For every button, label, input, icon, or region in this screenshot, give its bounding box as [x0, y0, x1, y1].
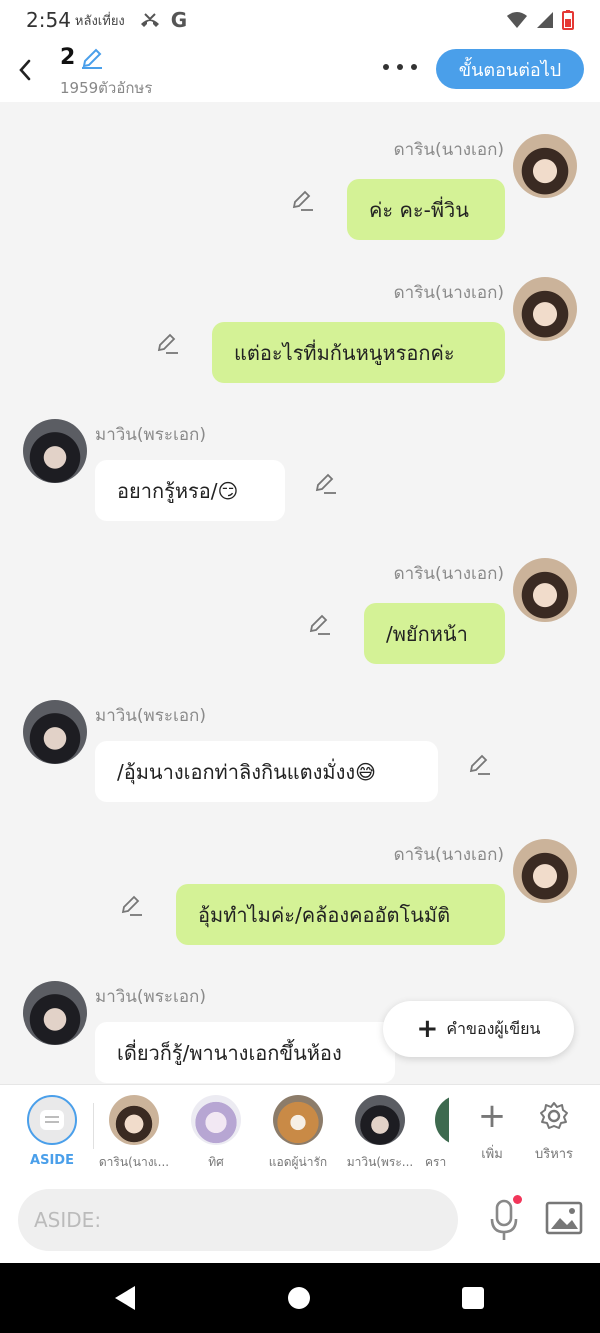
edit-title-icon[interactable] — [80, 46, 104, 70]
aside-chat-icon — [27, 1095, 77, 1145]
author-note-label: คำของผู้เขียน — [446, 1018, 541, 1038]
message-bubble[interactable]: /อุ้มนางเอกท่าลิงกินแตงมั่งง😅 — [95, 741, 438, 802]
character-label: ASIDE — [30, 1153, 74, 1168]
avatar — [191, 1095, 241, 1145]
signal-icon — [537, 12, 553, 28]
character-aside[interactable]: ASIDE — [11, 1095, 93, 1168]
plus-icon: + — [477, 1096, 507, 1136]
nav-recents-icon[interactable] — [462, 1287, 484, 1309]
avatar[interactable] — [23, 419, 87, 483]
character-tit[interactable]: ทิศ — [175, 1095, 257, 1172]
chat-area[interactable]: ดาริน(นางเอก) ค่ะ คะ-พี่วิน ดาริน(นางเอก… — [0, 102, 600, 1084]
character-darin[interactable]: ดาริน(นางเ... — [93, 1095, 175, 1172]
character-label: มาวิน(พระ... — [346, 1155, 414, 1169]
page-title: 2 — [60, 45, 76, 70]
manage-label: บริหาร — [534, 1147, 574, 1162]
edit-message-icon[interactable] — [467, 752, 491, 776]
wifi-icon — [507, 12, 527, 28]
character-mawin[interactable]: มาวิน(พระ... — [339, 1095, 421, 1172]
avatar — [273, 1095, 323, 1145]
system-navigation-bar — [0, 1263, 600, 1333]
character-bar: ASIDE ดาริน(นางเ... ทิศ แอดผู้น่ารัก มาว… — [0, 1084, 600, 1179]
edit-message-icon[interactable] — [119, 893, 143, 917]
google-icon: G — [170, 8, 188, 32]
character-label: แอดผู้น่ารัก — [268, 1155, 328, 1169]
app-header: 2 1959ตัวอักษร ขั้นตอนต่อไป — [0, 40, 600, 102]
battery-icon — [562, 10, 574, 30]
avatar[interactable] — [513, 558, 577, 622]
avatar[interactable] — [23, 981, 87, 1045]
input-bar — [0, 1179, 600, 1263]
message-bubble[interactable]: ค่ะ คะ-พี่วิน — [347, 179, 505, 240]
character-partial[interactable]: ครา — [421, 1095, 449, 1172]
status-period: หลังเที่ยง — [74, 13, 125, 29]
nav-home-icon[interactable] — [288, 1287, 310, 1309]
sender-name: ดาริน(นางเอก) — [393, 564, 504, 584]
message-input[interactable] — [18, 1189, 458, 1251]
character-label: ทิศ — [208, 1155, 224, 1169]
character-count: 1959ตัวอักษร — [60, 79, 153, 97]
add-label: เพิ่ม — [481, 1147, 503, 1162]
avatar — [435, 1095, 449, 1145]
character-label: ครา — [425, 1155, 447, 1169]
sender-name: มาวิน(พระเอก) — [95, 706, 206, 726]
gear-icon — [524, 1095, 584, 1137]
avatar[interactable] — [513, 277, 577, 341]
sender-name: มาวิน(พระเอก) — [95, 425, 206, 445]
manage-button[interactable]: บริหาร — [524, 1095, 584, 1164]
author-note-button[interactable]: + คำของผู้เขียน — [383, 1001, 574, 1057]
status-bar: 2:54 หลังเที่ยง G — [0, 0, 600, 40]
nav-back-icon[interactable] — [115, 1286, 135, 1310]
sender-name: ดาริน(นางเอก) — [393, 283, 504, 303]
sender-name: ดาริน(นางเอก) — [393, 845, 504, 865]
character-admin[interactable]: แอดผู้น่ารัก — [257, 1095, 339, 1172]
image-button[interactable] — [545, 1201, 583, 1235]
plus-icon: + — [416, 1014, 439, 1044]
message-bubble[interactable]: /พยักหน้า — [364, 603, 505, 664]
character-label: ดาริน(นางเ... — [98, 1155, 170, 1169]
notification-dot — [513, 1195, 522, 1204]
edit-message-icon[interactable] — [307, 612, 331, 636]
microphone-button[interactable] — [484, 1195, 524, 1245]
message-bubble[interactable]: อุ้มทำไมค่ะ/คล้องคออัตโนมัติ — [176, 884, 505, 945]
avatar — [355, 1095, 405, 1145]
message-bubble[interactable]: อยากรู้หรอ/😏 — [95, 460, 285, 521]
status-time: 2:54 — [26, 8, 71, 32]
avatar — [109, 1095, 159, 1145]
edit-message-icon[interactable] — [155, 331, 179, 355]
sender-name: มาวิน(พระเอก) — [95, 987, 206, 1007]
avatar[interactable] — [513, 134, 577, 198]
sender-name: ดาริน(นางเอก) — [393, 140, 504, 160]
next-step-button[interactable]: ขั้นตอนต่อไป — [436, 49, 584, 89]
edit-message-icon[interactable] — [313, 471, 337, 495]
image-icon — [545, 1201, 583, 1235]
back-button[interactable] — [10, 52, 40, 88]
avatar[interactable] — [513, 839, 577, 903]
more-options-button[interactable] — [383, 54, 417, 80]
missed-call-icon — [140, 13, 159, 27]
avatar[interactable] — [23, 700, 87, 764]
message-bubble[interactable]: แต่อะไรที่มก้นหนูหรอกค่ะ — [212, 322, 505, 383]
add-character-button[interactable]: + เพิ่ม — [462, 1095, 522, 1164]
edit-message-icon[interactable] — [290, 188, 314, 212]
chevron-left-icon — [19, 59, 31, 81]
message-bubble[interactable]: เดี่ยวก็รู้/พานางเอกขึ้นห้อง — [95, 1022, 395, 1083]
